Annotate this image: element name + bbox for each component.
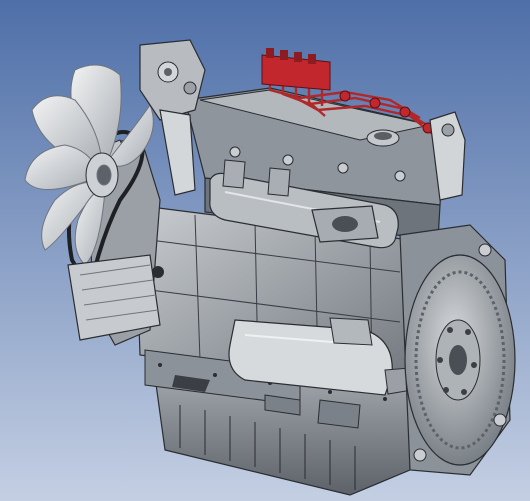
cad-viewport[interactable] — [0, 0, 530, 501]
engine-render — [0, 0, 530, 501]
flywheel-housing — [399, 224, 516, 476]
alternator — [67, 254, 164, 341]
